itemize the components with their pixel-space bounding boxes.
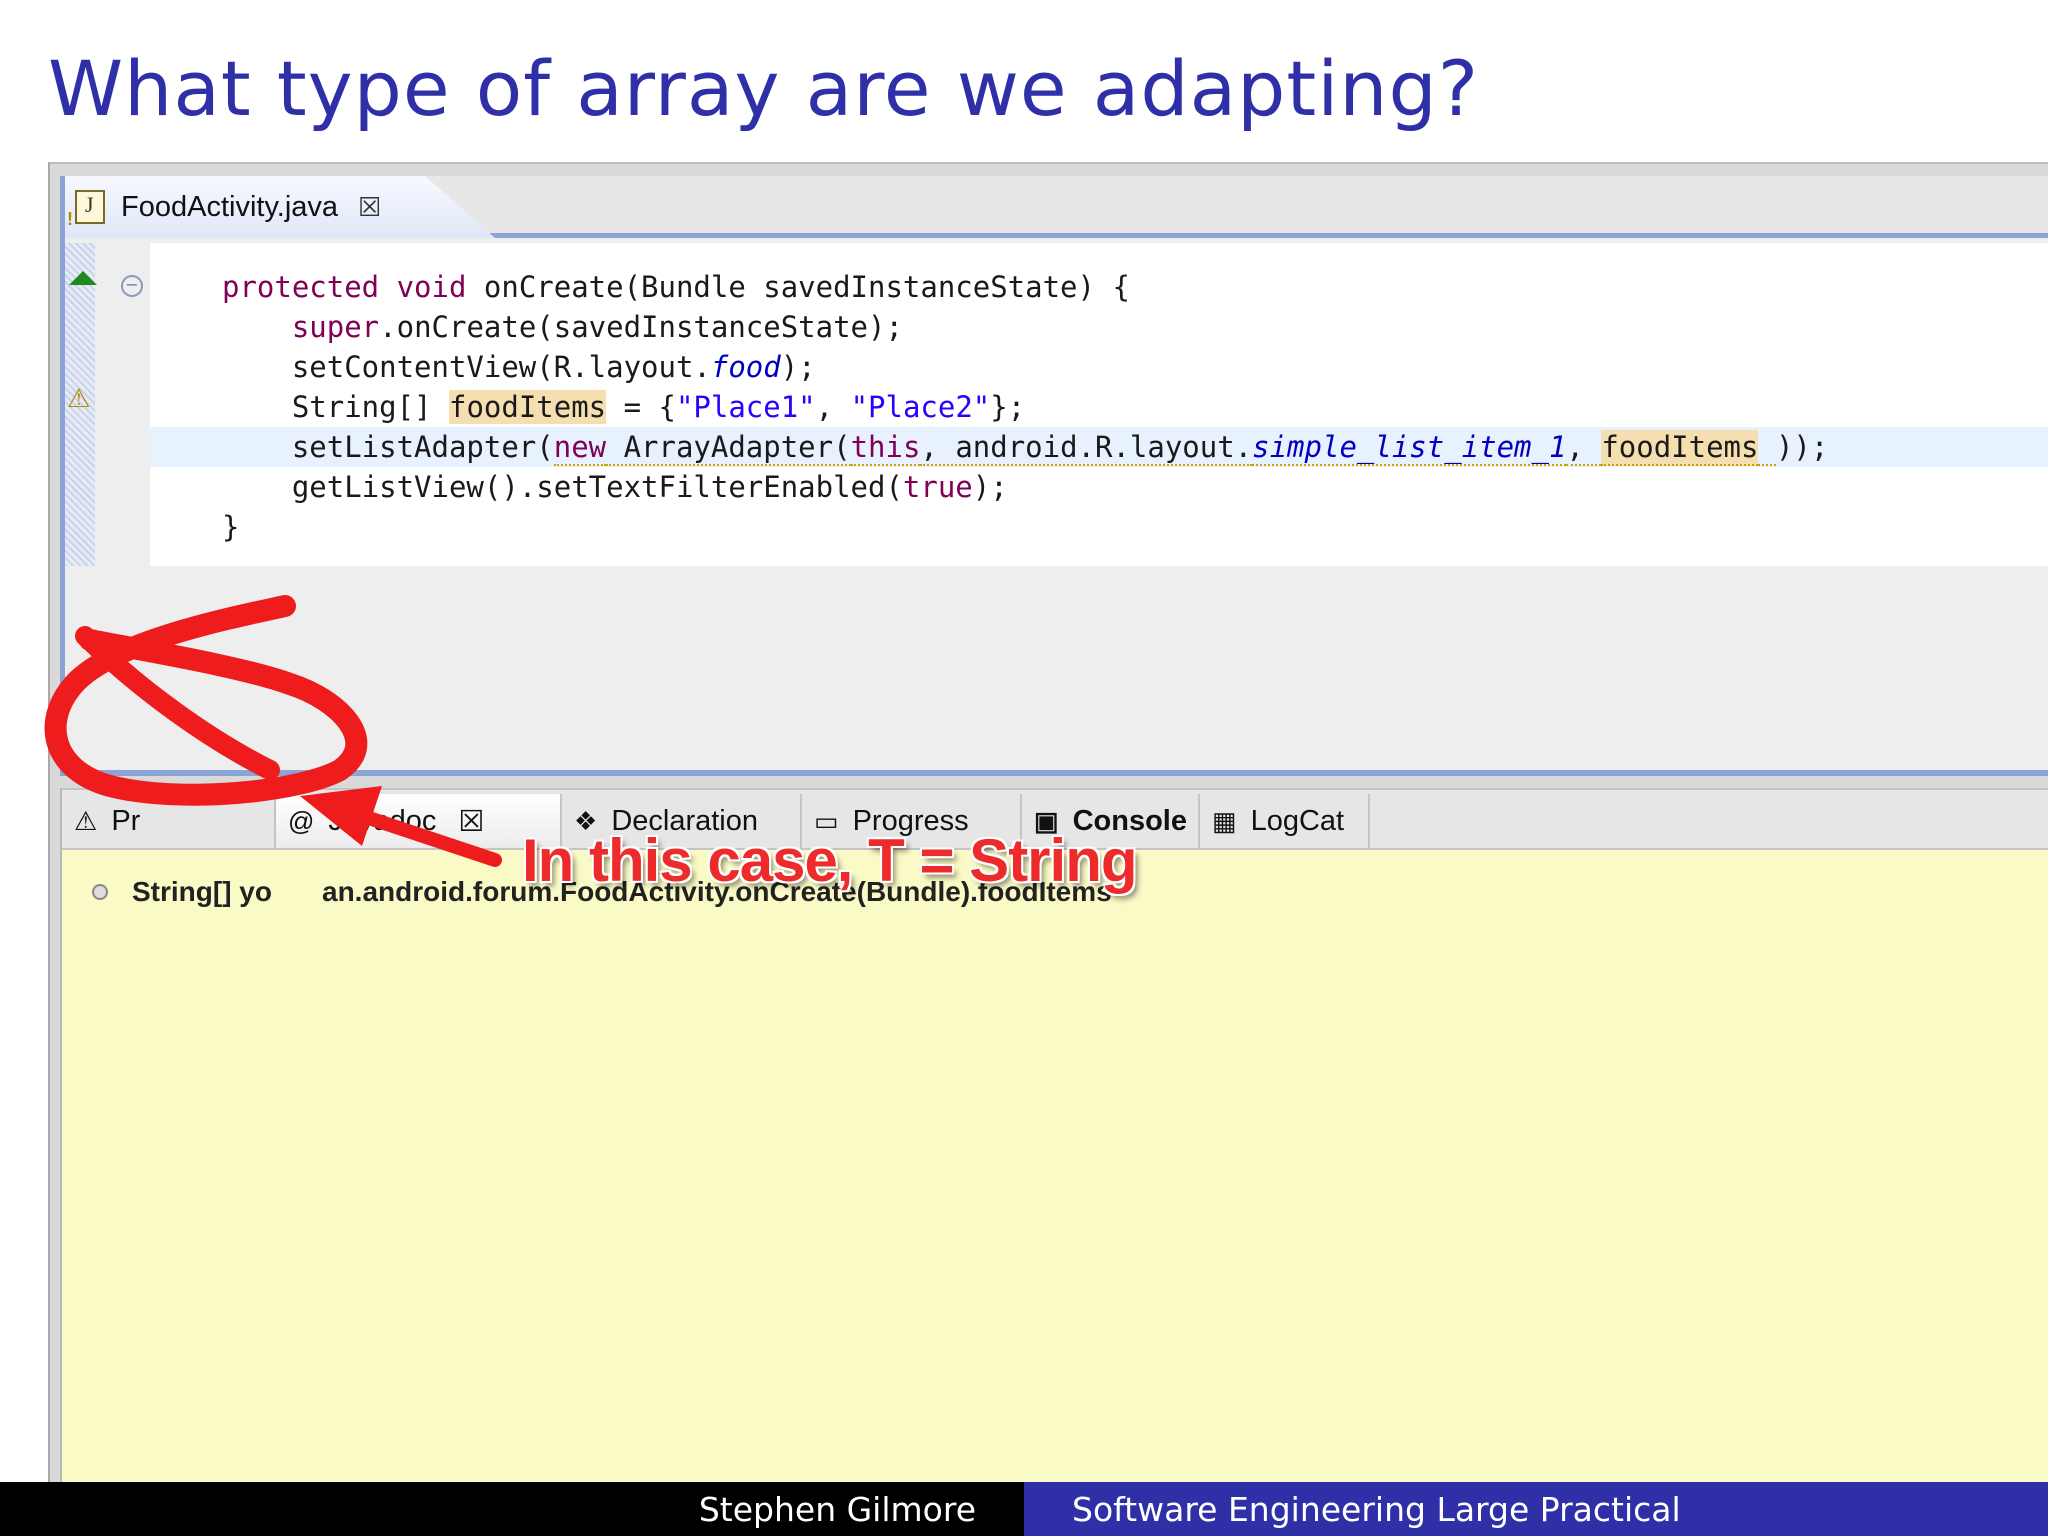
annotation-note: In this case, T = String <box>522 827 1137 894</box>
code-line[interactable]: super.onCreate(savedInstanceState); <box>150 307 903 347</box>
code-token: ); <box>780 350 816 384</box>
close-icon[interactable]: ☒ <box>458 804 484 839</box>
code-token: this <box>850 430 921 466</box>
code-token: protected void <box>222 270 467 304</box>
code-token: .onCreate(savedInstanceState); <box>379 310 903 344</box>
panel-tab-label: Pr <box>111 804 141 837</box>
fold-collapse-icon[interactable]: − <box>121 275 143 297</box>
override-marker-icon <box>69 271 97 285</box>
code-line[interactable]: protected void onCreate(Bundle savedInst… <box>150 267 1130 307</box>
warning-icon[interactable]: ⚠ <box>67 384 95 414</box>
panel-tab-label: Javadoc <box>328 804 437 837</box>
problems-icon: ⚠ <box>74 805 98 836</box>
code-line[interactable]: } <box>150 507 239 547</box>
code-token: } <box>222 510 240 544</box>
logcat-icon: ▦ <box>1212 805 1237 836</box>
close-icon[interactable]: ☒ <box>358 192 381 223</box>
code-token: setListAdapter( <box>222 430 554 464</box>
code-token: onCreate(Bundle savedInstanceState) { <box>466 270 1130 304</box>
editor-tab-label: FoodActivity.java <box>121 190 339 223</box>
code-area[interactable]: protected void onCreate(Bundle savedInst… <box>150 243 2048 566</box>
code-line[interactable]: getListView().setTextFilterEnabled(true)… <box>150 467 1008 507</box>
code-token: String[] <box>222 390 449 424</box>
code-token: new <box>553 430 607 466</box>
code-token: getListView().setTextFilterEnabled( <box>222 470 903 504</box>
javadoc-text-left: String[] yo <box>132 876 272 907</box>
code-token: ArrayAdapter( <box>606 430 851 466</box>
code-token: super <box>291 310 380 344</box>
panel-tab-label: LogCat <box>1250 804 1345 837</box>
code-token: , android.R.layout. <box>920 430 1253 466</box>
code-line[interactable]: setContentView(R.layout.food); <box>150 347 816 387</box>
slide-title: What type of array are we adapting? <box>48 44 1480 133</box>
code-token: foodItems <box>1601 430 1759 466</box>
code-token: simple_list_item_1 <box>1252 430 1567 466</box>
at-icon: @ <box>288 805 315 836</box>
code-token: , <box>815 390 851 424</box>
code-token: true <box>902 470 973 504</box>
field-icon <box>92 884 108 900</box>
code-line[interactable]: setListAdapter(new ArrayAdapter(this, an… <box>150 427 2048 467</box>
footer-course: Software Engineering Large Practical <box>1024 1482 2048 1536</box>
code-token: = { <box>606 390 676 424</box>
editor-tab-food-activity[interactable]: FoodActivity.java ☒ <box>65 176 495 238</box>
code-token: }; <box>990 390 1026 424</box>
panel-tab-logcat[interactable]: ▦ LogCat <box>1200 794 1370 848</box>
ide-screenshot: FoodActivity.java ☒ − ⚠ protected void o… <box>48 162 2048 1482</box>
code-token: "Place1" <box>675 390 816 424</box>
code-token: foodItems <box>448 390 607 424</box>
code-token: "Place2" <box>850 390 991 424</box>
code-token: ); <box>972 470 1008 504</box>
code-token: , <box>1566 430 1602 466</box>
code-token: food <box>710 350 781 384</box>
code-line[interactable]: String[] foodItems = {"Place1", "Place2"… <box>150 387 1025 427</box>
editor-tab-bar: FoodActivity.java ☒ <box>65 176 2048 238</box>
code-editor: FoodActivity.java ☒ − ⚠ protected void o… <box>60 176 2048 776</box>
slide-footer: Stephen Gilmore Software Engineering Lar… <box>0 1482 2048 1536</box>
code-token: setContentView(R.layout. <box>222 350 711 384</box>
panel-tab-pr[interactable]: ⚠ Pr <box>62 794 276 848</box>
footer-author: Stephen Gilmore <box>0 1482 1024 1536</box>
java-file-icon <box>67 190 105 230</box>
code-token <box>1758 430 1776 466</box>
code-token: )); <box>1775 430 1829 464</box>
panel-tab-javadoc[interactable]: @ Javadoc ☒ <box>276 794 562 848</box>
